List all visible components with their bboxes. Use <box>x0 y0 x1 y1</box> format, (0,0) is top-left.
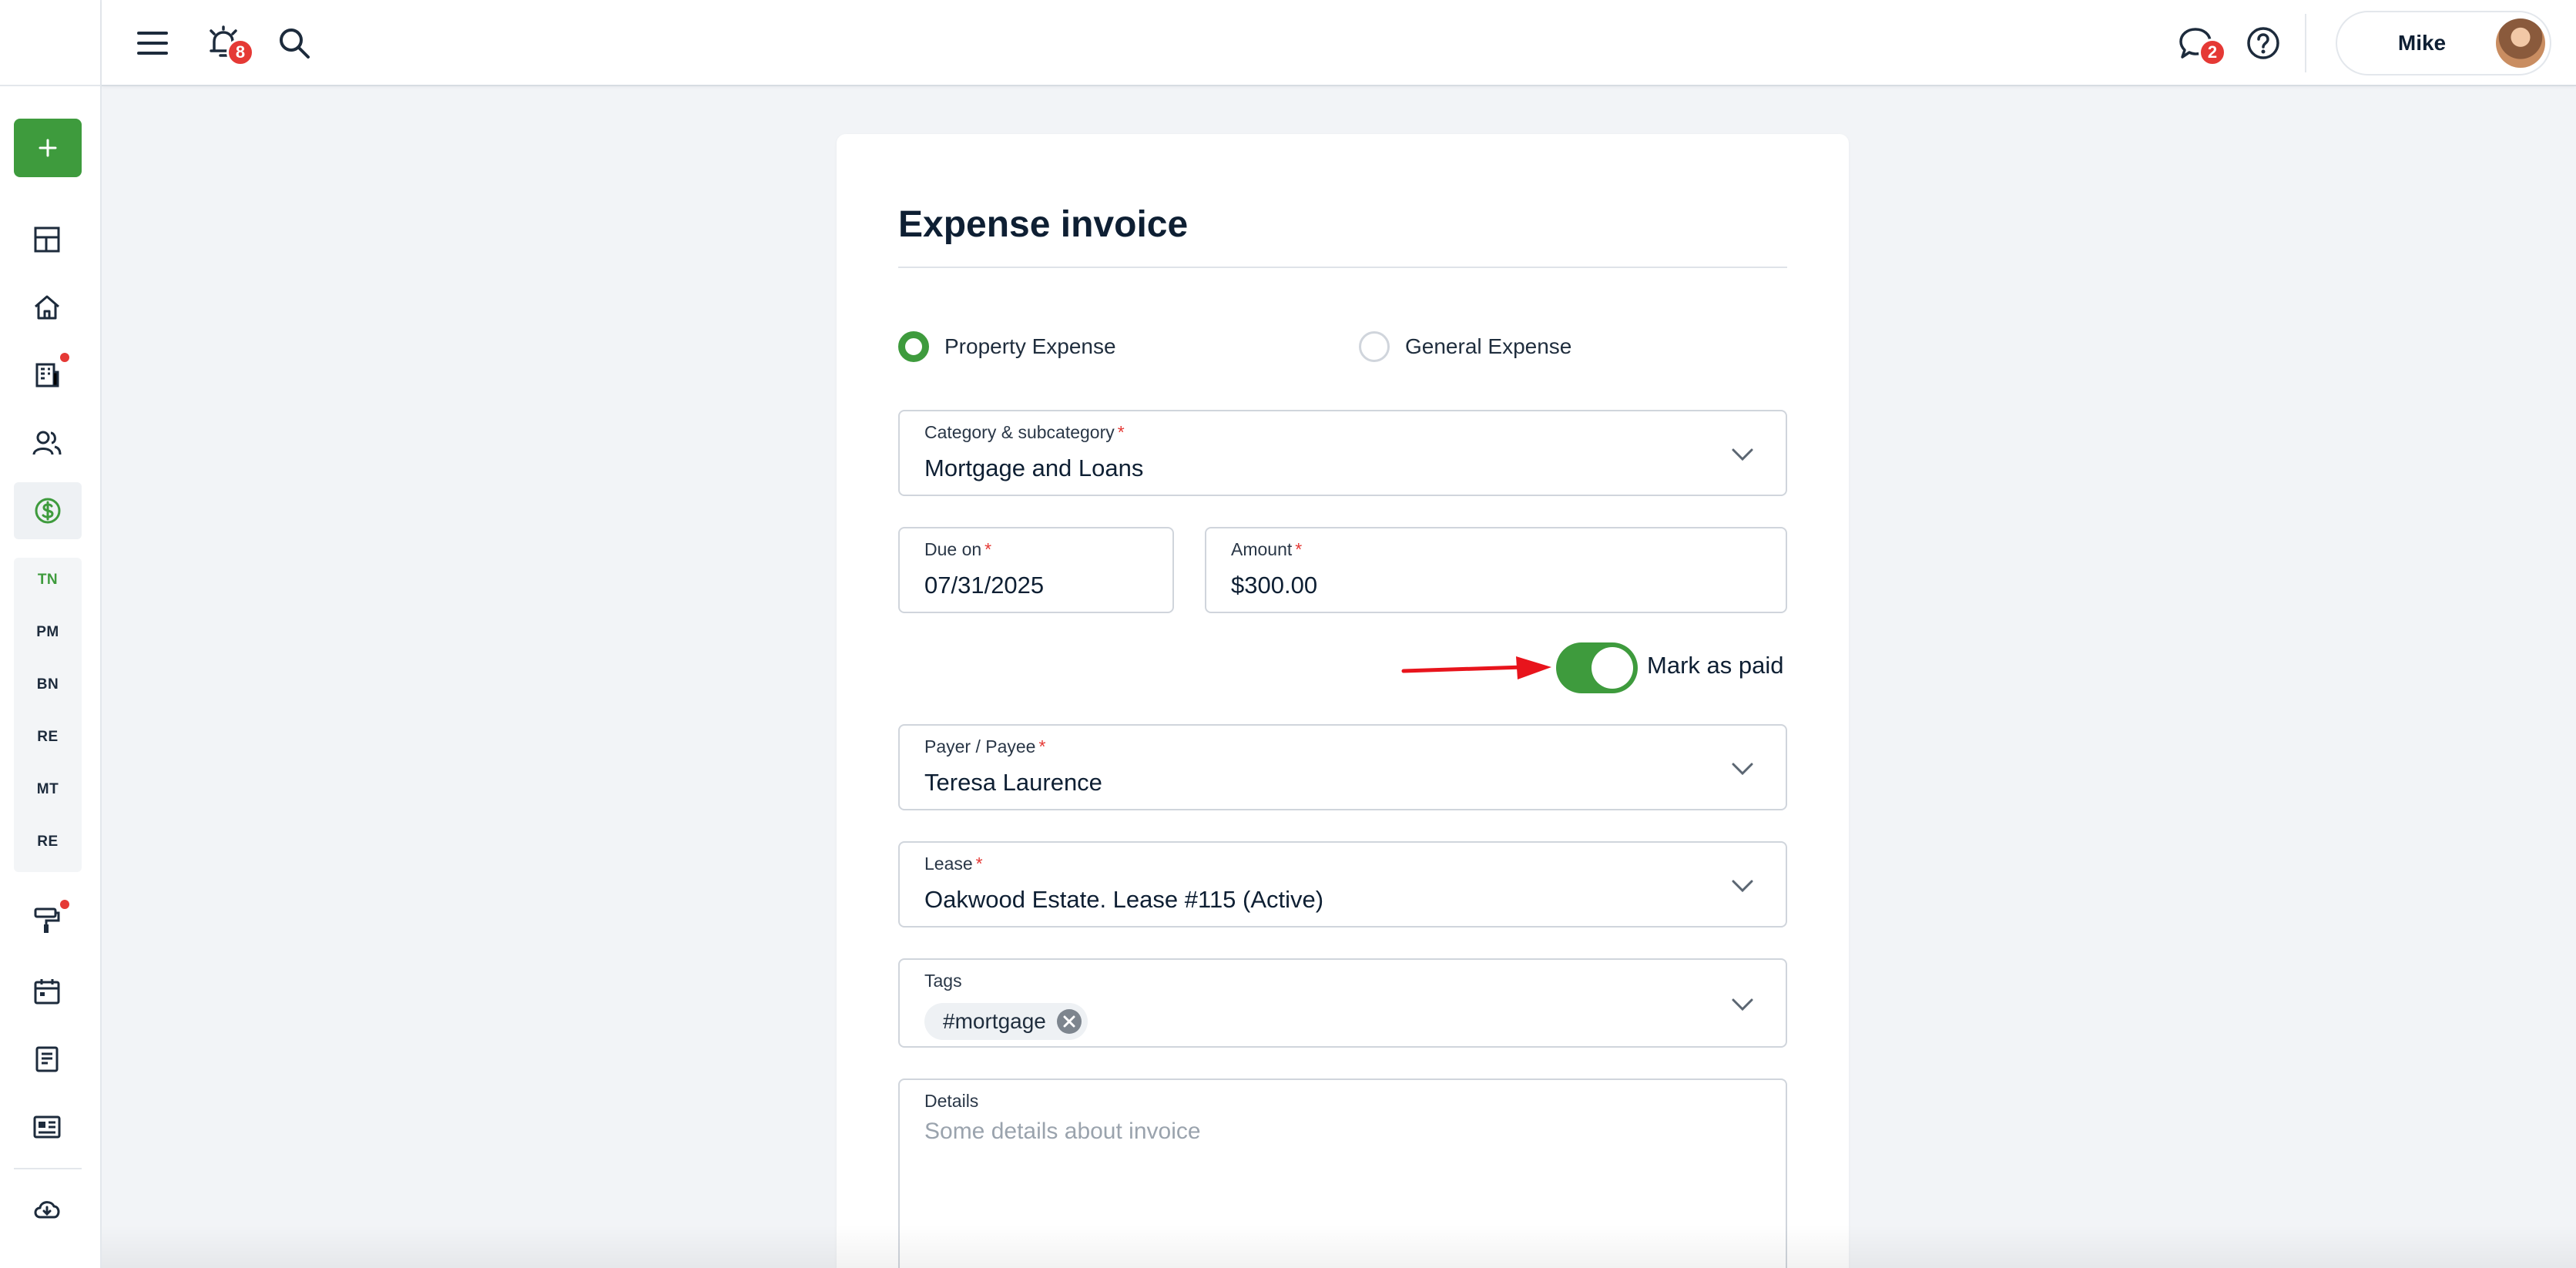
topbar-separator <box>2305 14 2306 72</box>
top-bar: 8 2 Mike <box>102 0 2576 86</box>
field-label: Details <box>924 1091 979 1111</box>
building-icon <box>35 363 59 387</box>
home-icon <box>35 295 59 320</box>
plus-icon <box>39 139 57 157</box>
paint-roller-icon <box>34 907 60 933</box>
details-textarea[interactable]: Details Some details about invoice <box>898 1078 1787 1268</box>
title-divider <box>898 267 1787 268</box>
document-icon <box>35 1046 59 1072</box>
id-card-icon <box>33 1115 61 1139</box>
sidebar-item-maintenance[interactable] <box>29 903 65 938</box>
payee-value: Teresa Laurence <box>924 769 1102 796</box>
sidebar-logo-area <box>0 0 100 86</box>
required-marker: * <box>1295 539 1303 559</box>
chevron-down-icon <box>1732 763 1753 776</box>
tags-select[interactable]: Tags #mortgage <box>898 958 1787 1048</box>
radio-circle-selected[interactable] <box>898 331 929 362</box>
annotation-arrow-icon <box>1401 656 1551 679</box>
radio-circle[interactable] <box>1359 331 1390 362</box>
required-marker: * <box>984 539 992 559</box>
field-label: Due on * <box>924 539 992 559</box>
accounting-submenu: TN PM BN RE MT RE <box>14 558 82 872</box>
submenu-item-mt[interactable]: MT <box>14 781 82 798</box>
required-marker: * <box>1038 736 1046 756</box>
page-title: Expense invoice <box>898 204 1189 245</box>
radio-label: General Expense <box>1405 334 1572 358</box>
required-marker: * <box>975 854 983 874</box>
lease-value: Oakwood Estate. Lease #115 (Active) <box>924 886 1324 913</box>
sidebar-item-calendar[interactable] <box>29 974 65 1009</box>
sidebar-item-properties[interactable] <box>29 290 65 325</box>
people-icon <box>32 431 62 455</box>
radio-label: Property Expense <box>944 334 1116 358</box>
chevron-down-icon <box>1732 998 1753 1011</box>
help-button[interactable] <box>2243 23 2283 63</box>
field-label: Payer / Payee * <box>924 736 1046 756</box>
category-select[interactable]: Category & subcategory * Mortgage and Loa… <box>898 410 1787 496</box>
avatar <box>2496 18 2545 68</box>
search-button[interactable] <box>274 23 314 63</box>
maintenance-notification-dot <box>60 900 69 909</box>
tag-label: #mortgage <box>943 1009 1046 1033</box>
amount-field[interactable]: Amount * $300.00 <box>1205 527 1787 613</box>
submenu-item-re-2[interactable]: RE <box>14 834 82 850</box>
dashboard-icon <box>34 226 60 253</box>
help-icon <box>2247 27 2279 59</box>
due-date-value: 07/31/2025 <box>924 572 1045 599</box>
chevron-down-icon <box>1732 880 1753 893</box>
field-label: Tags <box>924 971 962 991</box>
sidebar-item-reports[interactable] <box>29 1109 65 1145</box>
payee-select[interactable]: Payer / Payee * Teresa Laurence <box>898 724 1787 810</box>
radio-property-expense[interactable]: Property Expense <box>898 331 1116 362</box>
left-sidebar: TN PM BN RE MT RE <box>0 0 102 1268</box>
cloud-download-icon <box>34 1201 60 1219</box>
lease-select[interactable]: Lease * Oakwood Estate. Lease #115 (Activ… <box>898 841 1787 928</box>
sidebar-item-accounting[interactable] <box>14 482 82 539</box>
due-date-field[interactable]: Due on * 07/31/2025 <box>898 527 1174 613</box>
chevron-down-icon <box>1732 448 1753 461</box>
sidebar-divider <box>14 1168 82 1169</box>
field-label: Amount * <box>1231 539 1303 559</box>
user-name: Mike <box>2397 31 2447 55</box>
submenu-item-re[interactable]: RE <box>14 729 82 746</box>
mark-as-paid-toggle[interactable] <box>1556 642 1638 693</box>
calendar-icon <box>34 979 60 1005</box>
submenu-item-pm[interactable]: PM <box>14 624 82 641</box>
radio-general-expense[interactable]: General Expense <box>1359 331 1571 362</box>
menu-button[interactable] <box>132 23 173 63</box>
alarms-count-badge: 8 <box>226 39 254 66</box>
close-icon <box>1063 1015 1075 1028</box>
tag-chip: #mortgage <box>924 1003 1088 1040</box>
sidebar-item-dashboard[interactable] <box>29 222 65 257</box>
category-value: Mortgage and Loans <box>924 455 1144 481</box>
sidebar-item-buildings[interactable] <box>29 357 65 393</box>
menu-icon <box>137 32 168 55</box>
submenu-item-bn[interactable]: BN <box>14 676 82 693</box>
expense-invoice-card: Expense invoice Property Expense General… <box>837 134 1849 1268</box>
mark-as-paid-label: Mark as paid <box>1647 652 1784 679</box>
search-icon <box>280 29 310 59</box>
dollar-icon <box>35 498 61 524</box>
submenu-item-tn[interactable]: TN <box>14 572 82 589</box>
field-label: Category & subcategory * <box>924 422 1125 442</box>
details-placeholder: Some details about invoice <box>924 1119 1201 1144</box>
toggle-knob <box>1592 647 1633 689</box>
sidebar-item-documents[interactable] <box>29 1042 65 1077</box>
sidebar-item-people[interactable] <box>29 425 65 461</box>
buildings-notification-dot <box>60 353 69 362</box>
messages-count-badge: 2 <box>2199 39 2226 66</box>
sidebar-item-download[interactable] <box>29 1191 65 1226</box>
field-label: Lease * <box>924 854 983 874</box>
required-marker: * <box>1117 422 1125 442</box>
user-menu[interactable]: Mike <box>2336 11 2551 75</box>
add-new-button[interactable] <box>14 119 82 177</box>
amount-value: $300.00 <box>1231 572 1318 599</box>
remove-tag-button[interactable] <box>1056 1009 1082 1034</box>
